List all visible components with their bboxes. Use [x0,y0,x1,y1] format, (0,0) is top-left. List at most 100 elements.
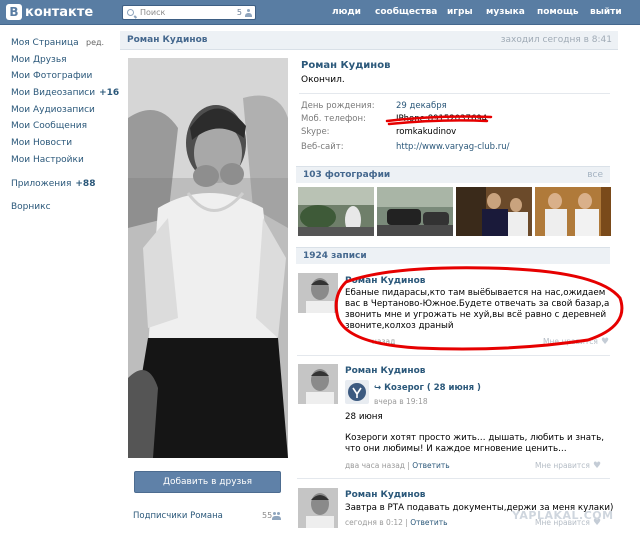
sidebar: Моя Страница ред. Мои Друзья Мои Фотогра… [11,35,120,216]
post-author-avatar[interactable] [298,364,338,404]
post-meta: сегодня в 0:12 | Ответить [345,518,448,527]
sidebar-item-settings[interactable]: Мои Настройки [11,152,117,169]
profile-status: Окончил. [301,75,345,85]
top-bar: В контакте Поиск 5 люди сообщества игры … [0,0,640,25]
like-label: Мне нравится [535,461,590,470]
photo-thumb[interactable] [456,187,532,236]
nav-communities[interactable]: сообщества [375,7,437,17]
profile-avatar[interactable] [128,58,288,458]
post-time[interactable]: назад [372,337,395,346]
sidebar-item-my-page[interactable]: Моя Страница ред. [11,35,117,52]
birthday-label: День рождения: [301,101,375,111]
repost-group-avatar[interactable] [345,380,369,404]
post-author-name[interactable]: Роман Кудинов [345,276,425,286]
nav-people[interactable]: люди [332,7,361,17]
sidebar-item-label: Мои Видеозаписи [11,88,96,99]
post-meta: два часа назад | Ответить [345,461,450,470]
repost-group-name[interactable]: ↪ Козерог ( 28 июня ) [374,383,481,393]
sidebar-item-label: Приложения [11,178,72,189]
photo-thumb-image [535,187,611,236]
search-icon [127,9,134,16]
photo-thumb[interactable] [535,187,611,236]
profile-name: Роман Кудинов [301,60,391,71]
sidebar-item-app-vorniks[interactable]: Ворникс [11,199,117,216]
nav-music[interactable]: музыка [486,7,525,17]
search-input[interactable]: Поиск 5 [122,5,256,20]
photos-all-link[interactable]: все [587,170,603,180]
divider [297,478,610,479]
post-author-name[interactable]: Роман Кудинов [345,366,425,376]
videos-badge: +16 [99,88,120,99]
photos-count-title[interactable]: 103 фотографии [303,170,390,180]
wall-count-title[interactable]: 1924 записи [303,251,367,261]
sidebar-item-audio[interactable]: Мои Аудиозаписи [11,102,117,119]
subscribers-count: 55 [262,511,273,520]
sidebar-item-apps[interactable]: Приложения +88 [11,176,117,193]
repost-time[interactable]: вчера в 19:18 [374,397,428,406]
post-author-avatar[interactable] [298,273,338,313]
photo-thumb[interactable] [298,187,374,236]
sidebar-item-label: Мои Сообщения [11,121,87,132]
apps-badge: +88 [75,178,96,189]
heart-icon: ♥ [600,337,610,347]
online-status: заходил сегодня в 8:41 [500,35,612,45]
sidebar-item-label: Мои Настройки [11,154,84,165]
skype-label: Skype: [301,127,330,137]
phone-value: IPhone:89152037694 [396,114,488,124]
sidebar-item-messages[interactable]: Мои Сообщения [11,118,117,135]
post-author-name[interactable]: Роман Кудинов [345,490,425,500]
capricorn-icon [345,380,369,404]
avatar-photo [298,364,338,404]
avatar-photo [128,58,288,458]
sidebar-item-label: Мои Аудиозаписи [11,104,95,115]
like-button[interactable]: Мне нравится ♥ [535,461,601,471]
website-label: Веб-сайт: [301,142,344,152]
heart-icon: ♥ [592,461,602,471]
phone-label: Моб. телефон: [301,114,366,124]
vk-logo[interactable]: В контакте [6,3,93,21]
photos-section-header[interactable]: 103 фотографии все [296,166,610,183]
sidebar-item-news[interactable]: Мои Новости [11,135,117,152]
search-count: 5 [236,8,242,17]
post-text: Ебаные пидарасы,кто там выёбывается на н… [345,288,610,331]
photo-thumb[interactable] [377,187,453,236]
post-date: 28 июня [345,412,383,422]
divider [297,355,610,356]
vk-logo-text: контакте [25,4,94,20]
subscribers-icon [272,512,282,520]
nav-help[interactable]: помощь [537,7,579,17]
avatar-photo [298,273,338,313]
edit-link[interactable]: ред. [86,35,104,52]
divider [299,93,610,94]
skype-value: romkakudinov [396,127,457,137]
wall-section-header[interactable]: 1924 записи [296,247,610,264]
website-link[interactable]: http://www.varyag-club.ru/ [396,142,510,152]
like-button[interactable]: Мне нравится ♥ [543,337,609,347]
sidebar-item-videos[interactable]: Мои Видеозаписи +16 [11,85,120,102]
sidebar-item-friends[interactable]: Мои Друзья [11,52,117,69]
post-time[interactable]: сегодня в 0:12 [345,518,403,527]
nav-logout[interactable]: выйти [590,7,622,17]
vk-logo-icon: В [6,4,22,20]
post-author-avatar[interactable] [298,488,338,528]
repost-group-label: Козерог ( 28 июня ) [384,383,481,393]
birthday-value[interactable]: 29 декабря [396,101,447,111]
post-time[interactable]: два часа назад [345,461,405,470]
reply-link[interactable]: Ответить [412,461,449,470]
sidebar-item-photos[interactable]: Мои Фотографии [11,68,117,85]
add-friend-button[interactable]: Добавить в друзья [134,471,281,493]
sidebar-item-label: Мои Новости [11,138,73,149]
search-placeholder: Поиск [140,8,166,17]
nav-games[interactable]: игры [447,7,473,17]
like-label: Мне нравится [543,337,598,346]
profile-header: Роман Кудинов заходил сегодня в 8:41 [120,31,618,50]
post-text: Козероги хотят просто жить… дышать, люби… [345,433,604,454]
reply-link[interactable]: Ответить [410,518,447,527]
subscribers-link[interactable]: Подписчики Романа [133,511,223,521]
profile-header-name: Роман Кудинов [127,35,208,45]
photo-thumb-image [456,187,532,236]
photo-thumb-image [377,187,453,236]
sidebar-item-label: Мои Фотографии [11,71,93,82]
watermark: YAPLAKAL.COM [512,509,614,522]
sidebar-item-label: Мои Друзья [11,54,67,65]
